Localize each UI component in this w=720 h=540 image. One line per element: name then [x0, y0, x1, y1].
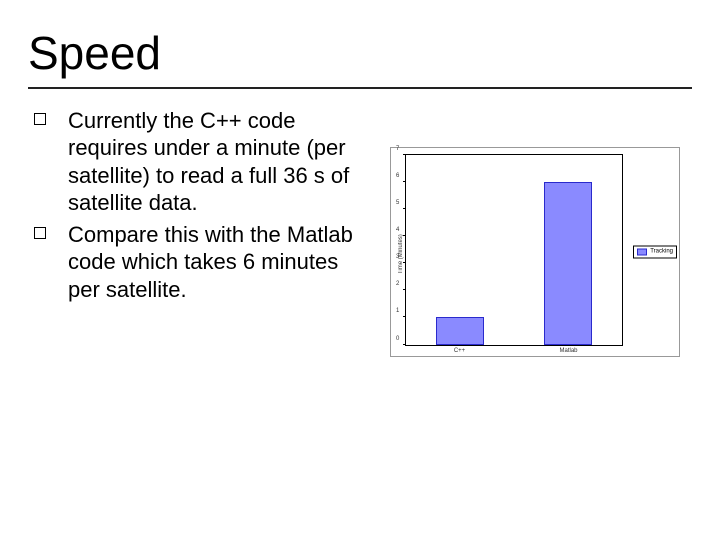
- legend-label: Tracking: [650, 249, 673, 255]
- bullet-text: Currently the C++ code requires under a …: [68, 108, 349, 216]
- x-axis: C++ Matlab: [405, 346, 623, 354]
- xtick-label: C++: [405, 346, 514, 354]
- list-item: Currently the C++ code requires under a …: [28, 107, 374, 217]
- ytick-label: 3: [396, 254, 399, 260]
- ytick-label: 7: [396, 146, 399, 152]
- chart-container: Time (Minutes) 0 1 2 3 4 5: [390, 107, 692, 357]
- slide: Speed Currently the C++ code requires un…: [0, 0, 720, 540]
- bar-chart: Time (Minutes) 0 1 2 3 4 5: [390, 147, 680, 357]
- bar-cpp: [436, 317, 484, 344]
- ytick-mark: [403, 289, 406, 290]
- ytick-mark: [403, 208, 406, 209]
- slide-title: Speed: [28, 28, 692, 79]
- title-underline: [28, 87, 692, 89]
- chart-legend: Tracking: [633, 245, 677, 258]
- ytick-label: 0: [396, 336, 399, 342]
- ytick-label: 1: [396, 308, 399, 314]
- xtick-label: Matlab: [514, 346, 623, 354]
- ytick-label: 2: [396, 281, 399, 287]
- bar-matlab: [544, 182, 592, 345]
- square-bullet-icon: [34, 113, 46, 125]
- legend-swatch-icon: [637, 248, 647, 255]
- bullet-list: Currently the C++ code requires under a …: [28, 107, 374, 308]
- square-bullet-icon: [34, 227, 46, 239]
- ytick-mark: [403, 344, 406, 345]
- ytick-mark: [403, 154, 406, 155]
- ytick-mark: [403, 316, 406, 317]
- ytick-mark: [403, 235, 406, 236]
- ytick-label: 5: [396, 200, 399, 206]
- list-item: Compare this with the Matlab code which …: [28, 221, 374, 304]
- slide-body: Currently the C++ code requires under a …: [28, 107, 692, 357]
- ytick-label: 4: [396, 227, 399, 233]
- ytick-mark: [403, 262, 406, 263]
- ytick-label: 6: [396, 173, 399, 179]
- plot-area: 0 1 2 3 4 5 6 7: [405, 154, 623, 346]
- ytick-mark: [403, 181, 406, 182]
- bullet-text: Compare this with the Matlab code which …: [68, 222, 353, 302]
